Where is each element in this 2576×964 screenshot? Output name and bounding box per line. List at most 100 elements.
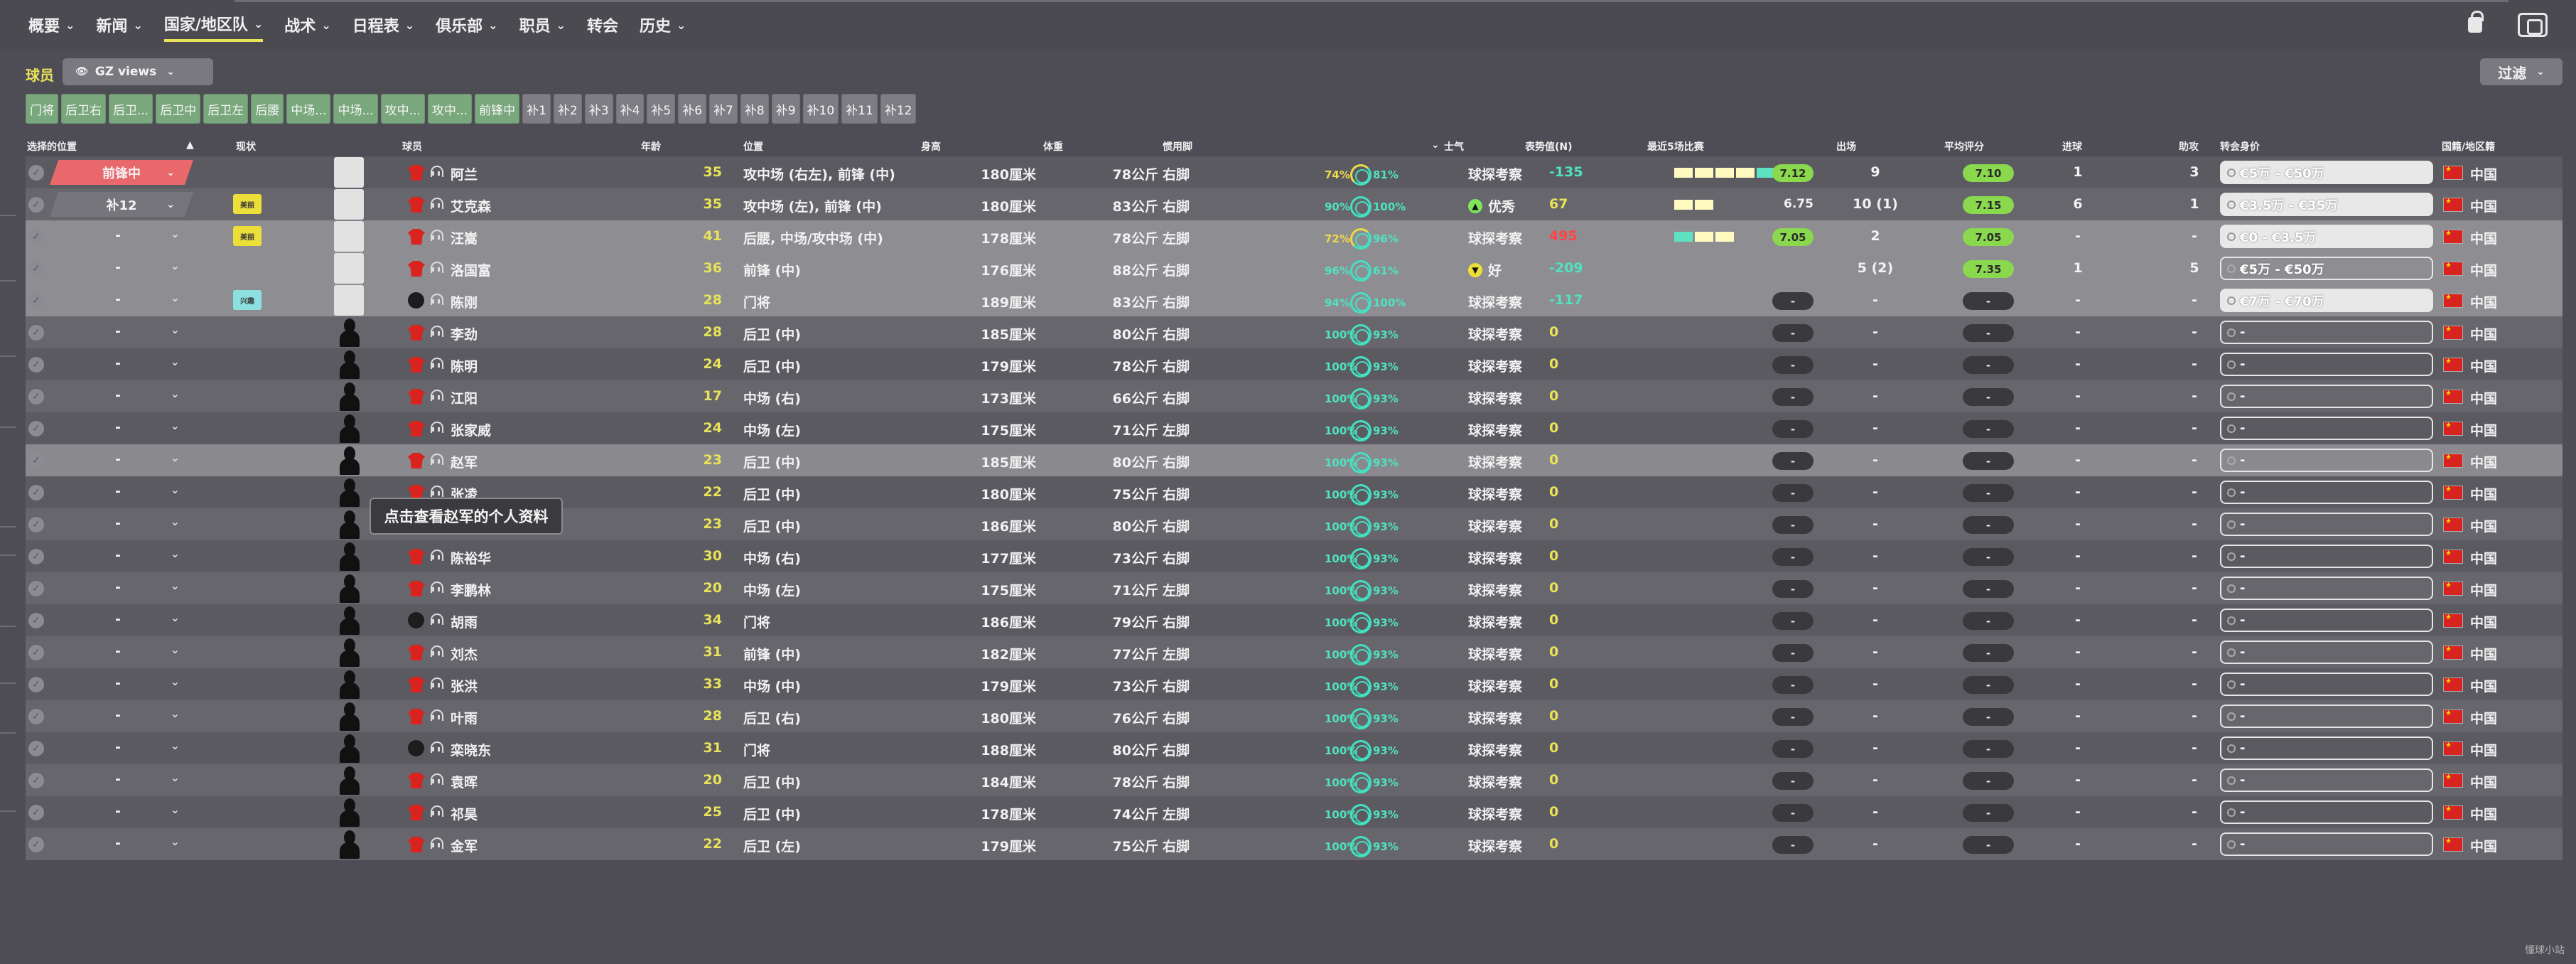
transfer-value[interactable]: - xyxy=(2220,705,2433,728)
player-photo[interactable] xyxy=(334,221,364,252)
table-row[interactable]: ✓ - ⌄ 栾晓东 31 门将 188厘米 80公斤右脚 100% 93% 球探考察 0 - - - - - - 中… xyxy=(26,732,2562,764)
scout-headset-icon[interactable] xyxy=(431,709,443,722)
select-check-icon[interactable]: ✓ xyxy=(28,165,44,181)
table-row[interactable]: ✓ - ⌄ 胡雨 34 门将 186厘米 79公斤右脚 100% 93% 球探考察 0 - - - - - - 中国 xyxy=(26,604,2562,636)
nav-item-4[interactable]: 日程表 ⌄ xyxy=(352,14,414,41)
sort-chevron-icon[interactable]: ⌄ xyxy=(1431,139,1440,151)
table-row[interactable]: ✓ - ⌄ 赵军 23 后卫 (中) 185厘米 80公斤 右脚 100% 93% 球探考察 0 - - - -… xyxy=(26,444,2562,476)
nav-item-2[interactable]: 国家/地区队 ⌄ xyxy=(163,12,264,42)
table-row[interactable]: ✓ - ⌄ 张家威 24 中场 (左) 175厘米 71公斤 左脚 100% 93% 球探考察 0 - - -… xyxy=(26,412,2562,444)
player-name[interactable]: 陈刚 xyxy=(451,292,478,311)
position-selector-value[interactable]: - xyxy=(104,547,132,563)
table-row[interactable]: ✓ - ⌄ 兴趣 陈刚 28 门将 189厘米 83公斤 右脚 94% 100% 球探考察 -117 - - -… xyxy=(26,284,2562,316)
screenshot-icon[interactable] xyxy=(2518,13,2548,37)
chevron-down-icon[interactable]: ⌄ xyxy=(171,739,180,752)
position-chip[interactable]: 补12 xyxy=(880,94,917,124)
select-check-icon[interactable]: ✓ xyxy=(28,773,44,788)
select-check-icon[interactable]: ✓ xyxy=(28,805,44,820)
chevron-down-icon[interactable]: ⌄ xyxy=(171,227,180,240)
chevron-down-icon[interactable]: ⌄ xyxy=(171,291,180,304)
select-check-icon[interactable]: ✓ xyxy=(28,517,44,532)
table-row[interactable]: ✓ - ⌄ 李劲 28 后卫 (中) 185厘米 80公斤 右脚 100% 93% 球探考察 0 - - - -… xyxy=(26,316,2562,348)
nav-item-8[interactable]: 历史 ⌄ xyxy=(640,14,686,41)
position-chip[interactable]: 补8 xyxy=(740,94,769,124)
lock-icon[interactable] xyxy=(2468,11,2484,33)
table-row[interactable]: ✓ - ⌄ 祁昊 25 后卫 (中) 178厘米 74公斤 左脚 100% 93% 球探考察 0 - - - -… xyxy=(26,796,2562,828)
scout-headset-icon[interactable] xyxy=(431,773,443,786)
position-chip[interactable]: 补11 xyxy=(841,94,878,124)
chevron-down-icon[interactable]: ⌄ xyxy=(171,803,180,816)
scout-headset-icon[interactable] xyxy=(431,358,443,370)
player-name[interactable]: 洛国富 xyxy=(451,260,491,279)
select-check-icon[interactable]: ✓ xyxy=(28,389,44,405)
scout-headset-icon[interactable] xyxy=(431,741,443,754)
position-selector-value[interactable]: - xyxy=(104,835,132,851)
table-row[interactable]: ✓ - ⌄ 叶雨 28 后卫 (右) 180厘米 76公斤 右脚 100% 93% 球探考察 0 - - - -… xyxy=(26,700,2562,732)
transfer-value[interactable]: €0 - €3.5万 xyxy=(2220,225,2433,248)
position-selector-value[interactable]: - xyxy=(104,707,132,723)
transfer-value[interactable]: - xyxy=(2220,800,2433,824)
position-chip[interactable]: 中场... xyxy=(333,94,378,124)
col-weight[interactable]: 体重 xyxy=(1043,139,1063,154)
position-chip[interactable]: 补4 xyxy=(615,94,645,124)
player-name[interactable]: 陈明 xyxy=(451,356,478,375)
transfer-value[interactable]: - xyxy=(2220,513,2433,536)
scout-headset-icon[interactable] xyxy=(431,166,443,178)
player-photo[interactable] xyxy=(334,157,364,188)
table-row[interactable]: ✓ 补12 ⌄ 美丽 艾克森 35 攻中场 (左), 前锋 (中) 180厘米 83公斤 右脚 90… xyxy=(26,188,2562,220)
nav-item-1[interactable]: 新闻 ⌄ xyxy=(96,14,142,41)
select-check-icon[interactable]: ✓ xyxy=(28,261,44,277)
transfer-value[interactable]: - xyxy=(2220,449,2433,472)
col-nation[interactable]: 国籍/地区籍 xyxy=(2442,139,2495,154)
scout-headset-icon[interactable] xyxy=(431,550,443,562)
scout-headset-icon[interactable] xyxy=(431,422,443,434)
chevron-down-icon[interactable]: ⌄ xyxy=(171,643,180,656)
position-chip[interactable]: 补9 xyxy=(771,94,800,124)
player-name[interactable]: 栾晓东 xyxy=(451,740,491,759)
scout-headset-icon[interactable] xyxy=(431,262,443,274)
select-check-icon[interactable]: ✓ xyxy=(28,741,44,756)
select-check-icon[interactable]: ✓ xyxy=(28,709,44,724)
select-check-icon[interactable]: ✓ xyxy=(28,357,44,373)
transfer-value[interactable]: €7万 - €70万 xyxy=(2220,289,2433,312)
scout-headset-icon[interactable] xyxy=(431,678,443,690)
col-assists[interactable]: 助攻 xyxy=(2179,139,2199,154)
scout-headset-icon[interactable] xyxy=(431,614,443,626)
scout-headset-icon[interactable] xyxy=(431,326,443,338)
player-name[interactable]: 李鹏林 xyxy=(451,580,491,599)
player-name[interactable]: 李劲 xyxy=(451,324,478,343)
player-name[interactable]: 叶雨 xyxy=(451,708,478,727)
chevron-down-icon[interactable]: ⌄ xyxy=(171,451,180,464)
scout-headset-icon[interactable] xyxy=(431,230,443,242)
transfer-value[interactable]: €5万 - €50万 xyxy=(2220,161,2433,184)
chevron-down-icon[interactable]: ⌄ xyxy=(171,707,180,720)
chevron-down-icon[interactable]: ⌄ xyxy=(171,547,180,560)
nav-item-7[interactable]: 转会 xyxy=(587,14,618,41)
transfer-value[interactable]: €3.5万 - €35万 xyxy=(2220,193,2433,216)
chevron-down-icon[interactable]: ⌄ xyxy=(171,611,180,624)
player-name[interactable]: 赵军 xyxy=(451,452,478,471)
table-row[interactable]: ✓ 前锋中 ⌄ 阿兰 35 攻中场 (右左), 前锋 (中) 180厘米 78公斤 右脚 74% 8… xyxy=(26,156,2562,188)
col-value[interactable]: 转会身价 xyxy=(2220,139,2260,154)
col-age[interactable]: 年龄 xyxy=(641,139,661,154)
transfer-value[interactable]: - xyxy=(2220,481,2433,504)
col-apps[interactable]: 出场 xyxy=(1836,139,1856,154)
chevron-down-icon[interactable]: ⌄ xyxy=(171,355,180,368)
sort-arrow-icon[interactable]: ▲ xyxy=(186,139,194,151)
nav-item-3[interactable]: 战术 ⌄ xyxy=(284,14,330,41)
transfer-value[interactable]: - xyxy=(2220,417,2433,440)
position-chip[interactable]: 后卫左 xyxy=(203,94,249,124)
chevron-down-icon[interactable]: ⌄ xyxy=(171,483,180,496)
nav-item-0[interactable]: 概要 ⌄ xyxy=(28,14,75,41)
chevron-down-icon[interactable]: ⌄ xyxy=(171,771,180,784)
chevron-down-icon[interactable]: ⌄ xyxy=(171,323,180,336)
chevron-down-icon[interactable]: ⌄ xyxy=(171,515,180,528)
select-check-icon[interactable]: ✓ xyxy=(28,453,44,468)
position-selector-value[interactable]: - xyxy=(104,451,132,467)
player-name[interactable]: 陈裕华 xyxy=(451,548,491,567)
position-selector-value[interactable]: - xyxy=(104,611,132,627)
position-selector-value[interactable]: - xyxy=(104,419,132,435)
filter-button[interactable]: 过滤 ⌄ xyxy=(2480,58,2562,85)
col-status[interactable]: 现状 xyxy=(236,139,256,154)
player-name[interactable]: 艾克森 xyxy=(451,196,491,215)
